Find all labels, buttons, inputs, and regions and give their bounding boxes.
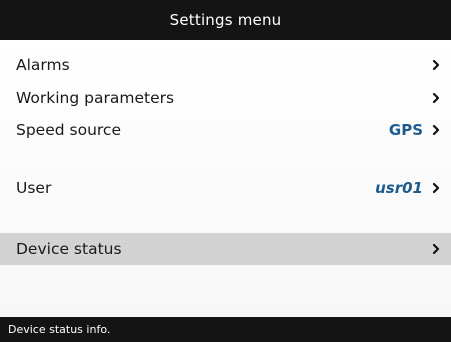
menu-item-label: Speed source [16,121,121,139]
title-bar: Settings menu [0,0,451,40]
speed-source-value: GPS [388,121,423,139]
menu-item-device-status[interactable]: Device status [0,233,451,265]
chevron-right-icon [431,181,441,195]
status-text: Device status info. [8,323,111,336]
settings-menu-list: Alarms Working parameters Speed source G… [0,40,451,317]
chevron-right-icon [431,58,441,72]
status-bar: Device status info. [0,317,451,342]
menu-item-label: Working parameters [16,89,175,107]
chevron-right-icon [431,242,441,256]
user-value: usr01 [375,179,423,197]
page-title: Settings menu [169,11,282,29]
chevron-right-icon [431,123,441,137]
menu-item-label: Device status [16,240,122,258]
chevron-right-icon [431,91,441,105]
menu-item-label: Alarms [16,56,70,74]
menu-item-alarms[interactable]: Alarms [0,49,451,81]
menu-item-label: User [16,179,52,197]
menu-item-user[interactable]: User usr01 [0,172,451,204]
menu-item-working-parameters[interactable]: Working parameters [0,82,451,114]
menu-item-speed-source[interactable]: Speed source GPS [0,114,451,146]
